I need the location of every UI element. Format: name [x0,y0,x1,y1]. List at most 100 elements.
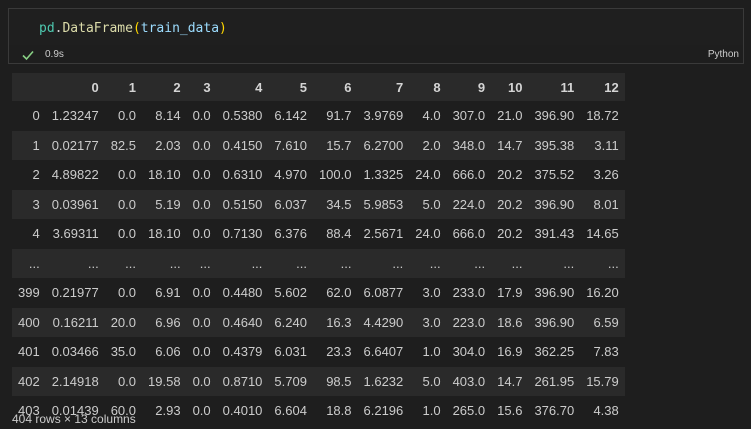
table-cell: 0.5380 [222,108,263,124]
code-token-module: pd [39,21,55,36]
table-cell: 666.0 [452,167,486,183]
table-header-row: 0 1 2 3 4 5 6 7 8 9 10 11 12 [12,73,625,101]
table-cell: 0.0 [192,285,211,301]
code-line[interactable]: pd.DataFrame(train_data) [39,21,227,37]
table-cell: 6.376 [274,226,307,242]
table-cell: 0.02177 [51,137,99,153]
row-index: 4 [32,226,40,242]
table-cell: 3.11 [594,137,619,153]
code-editor[interactable]: pd.DataFrame(train_data) [9,9,743,45]
dataframe-output: 0 1 2 3 4 5 6 7 8 9 10 11 12 0 1.23247 0.0 8.14 0.0 0.538… [12,73,625,426]
table-cell: 4.4290 [363,314,404,330]
table-cell: 15.79 [586,373,619,389]
dataframe-table: 0 1 2 3 4 5 6 7 8 9 10 11 12 0 1.23247 0.0 8.14 0.0 0.538… [12,73,625,426]
execution-time: 0.9s [45,49,64,60]
table-cell: 0.4640 [222,314,263,330]
table-cell: 362.25 [534,344,575,360]
table-cell: 23.3 [326,344,352,360]
table-cell: 18.6 [497,314,523,330]
table-cell: 14.7 [497,137,523,153]
table-cell: ... [251,255,263,271]
table-cell: 396.90 [534,285,575,301]
table-cell: 0.4379 [222,344,263,360]
table-cell: 0.0 [117,167,137,183]
column-header: 0 [91,79,99,95]
table-cell: 18.8 [326,403,352,419]
table-cell: 0.0 [117,373,137,389]
column-header: 5 [299,79,307,95]
column-header: 11 [560,79,575,95]
table-cell: 5.709 [274,373,307,389]
table-cell: 3.0 [422,285,441,301]
table-cell: 2.93 [155,403,181,419]
table-cell: 5.602 [274,285,307,301]
table-cell: 6.142 [274,108,307,124]
table-body: 0 1.23247 0.0 8.14 0.0 0.5380 6.142 91.7 3.9769 4… [12,101,625,426]
table-cell: 6.2700 [363,137,404,153]
kernel-language[interactable]: Python [708,49,739,60]
table-cell: 0.0 [192,108,211,124]
table-cell: 0.0 [192,373,211,389]
column-header: 2 [173,79,181,95]
table-cell: 265.0 [452,403,486,419]
row-index: 399 [18,285,40,301]
table-cell: 20.2 [497,196,523,212]
table-cell: 0.0 [192,167,211,183]
table-cell: 82.5 [110,137,137,153]
table-cell: 6.0877 [363,285,404,301]
code-token-close-paren: ) [219,21,227,36]
table-cell: 0.0 [192,196,211,212]
table-cell: ... [125,255,137,271]
table-cell: 223.0 [452,314,486,330]
table-cell: 391.43 [534,226,575,242]
table-cell: 6.031 [274,344,307,360]
table-cell: 3.26 [593,167,619,183]
notebook-page: pd.DataFrame(train_data) 0.9s Python 012… [0,0,751,429]
column-header: 6 [344,79,352,95]
table-cell: 0.0 [117,196,137,212]
table-cell: 16.9 [497,344,523,360]
table-cell: 1.0 [422,403,441,419]
table-cell: 0.8710 [222,373,263,389]
table-cell: 348.0 [452,137,486,153]
table-cell: 395.38 [534,137,575,153]
table-cell: 0.0 [192,137,211,153]
table-cell: 6.96 [155,314,181,330]
row-index: 3 [32,196,40,212]
table-cell: 6.037 [274,196,307,212]
table-row: 402 2.14918 0.0 19.58 0.0 0.8710 5.709 98.5 1.62… [12,366,625,396]
table-cell: 2.5671 [363,226,404,242]
table-cell: 0.0 [117,108,137,124]
row-index: 1 [32,137,40,153]
table-cell: 4.970 [274,167,307,183]
table-row: 2 4.89822 0.0 18.10 0.0 0.6310 4.970 100.0 1.332… [12,160,625,190]
column-header: 12 [604,79,619,95]
table-cell: 0.0 [192,403,211,419]
table-cell: 15.7 [326,137,352,153]
index-header [12,73,46,101]
table-row: 0 1.23247 0.0 8.14 0.0 0.5380 6.142 91.7 3.9769 4… [12,101,625,131]
table-cell: 8.01 [593,196,619,212]
table-cell: 403.0 [452,373,486,389]
table-cell: 396.90 [534,196,575,212]
table-cell: 98.5 [326,373,352,389]
code-token-open-paren: ( [132,21,141,36]
table-cell: 0.0 [117,226,137,242]
table-cell: 0.0 [117,285,137,301]
code-cell[interactable]: pd.DataFrame(train_data) 0.9s Python [8,8,744,64]
table-cell: 5.19 [155,196,181,212]
table-cell: 5.0 [422,196,441,212]
table-cell: 20.2 [497,167,523,183]
table-cell: 3.0 [422,314,441,330]
row-index: 400 [18,314,40,330]
table-cell: 2.14918 [51,373,99,389]
table-row: 399 0.21977 0.0 6.91 0.0 0.4480 5.602 62.0 6.087… [12,278,625,308]
table-cell: 20.0 [110,314,137,330]
table-cell: 18.72 [586,108,619,124]
table-cell: 3.9769 [363,108,404,124]
table-cell: 0.21977 [51,285,99,301]
table-cell: 0.03961 [51,196,99,212]
table-cell: 6.06 [155,344,181,360]
table-cell: 24.0 [415,226,441,242]
table-cell: 0.6310 [222,167,263,183]
